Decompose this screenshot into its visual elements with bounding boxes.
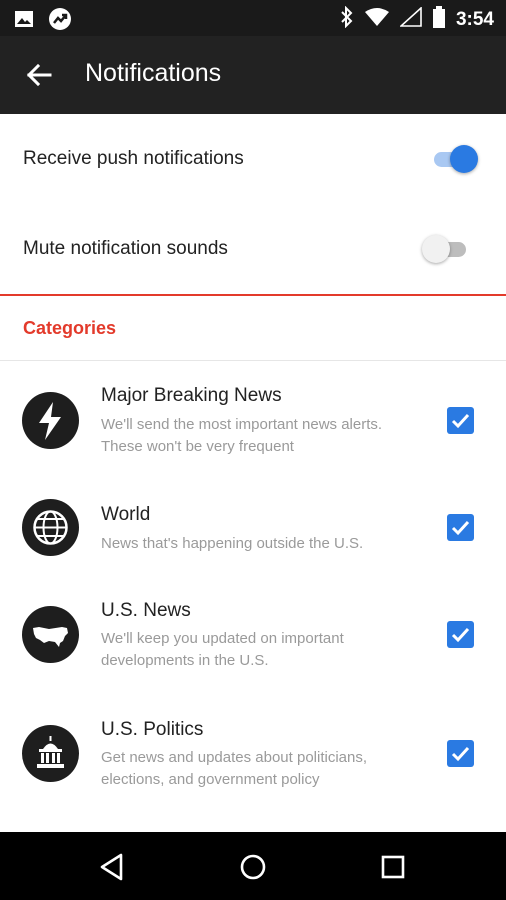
lightning-bolt-icon <box>22 392 79 449</box>
category-item-breaking-news[interactable]: Major Breaking News We'll send the most … <box>0 361 506 479</box>
setting-row-push[interactable]: Receive push notifications <box>0 114 506 204</box>
setting-label: Receive push notifications <box>23 148 244 169</box>
category-item-us-politics[interactable]: U.S. Politics Get news and updates about… <box>0 695 506 815</box>
category-checkbox[interactable] <box>447 740 474 767</box>
setting-label: Mute notification sounds <box>23 238 228 259</box>
category-item-world[interactable]: World News that's happening outside the … <box>0 479 506 575</box>
page-title: Notifications <box>85 59 222 87</box>
category-title: U.S. Politics <box>101 719 204 740</box>
push-notifications-toggle[interactable] <box>428 144 480 174</box>
us-map-icon <box>22 606 79 663</box>
status-bar: 3:54 <box>0 0 506 36</box>
battery-icon <box>432 6 446 33</box>
capitol-icon <box>22 725 79 782</box>
category-checkbox[interactable] <box>447 621 474 648</box>
back-triangle-icon[interactable] <box>96 850 130 884</box>
app-bar: Notifications <box>0 36 506 114</box>
category-description: Get news and updates about politicians, … <box>101 749 368 788</box>
section-divider <box>0 294 506 296</box>
bluetooth-icon <box>340 5 354 33</box>
category-checkbox[interactable] <box>447 407 474 434</box>
status-time: 3:54 <box>455 8 494 30</box>
category-item-us-news[interactable]: U.S. News We'll keep you updated on impo… <box>0 575 506 695</box>
category-description: We'll keep you updated on important deve… <box>101 630 344 669</box>
category-description: News that's happening outside the U.S. <box>101 535 364 552</box>
arrow-left-icon[interactable] <box>22 58 56 92</box>
cell-signal-icon <box>398 6 422 32</box>
setting-row-mute[interactable]: Mute notification sounds <box>0 204 506 294</box>
mute-sounds-toggle[interactable] <box>420 234 472 264</box>
image-icon <box>14 9 34 34</box>
category-description: We'll send the most important news alert… <box>101 416 383 455</box>
home-circle-icon[interactable] <box>236 850 270 884</box>
category-title: Major Breaking News <box>101 385 282 406</box>
globe-icon <box>22 499 79 556</box>
categories-header: Categories <box>23 318 117 338</box>
wifi-icon <box>364 7 390 32</box>
category-checkbox[interactable] <box>447 514 474 541</box>
category-title: U.S. News <box>101 600 191 621</box>
system-nav-bar <box>0 832 506 900</box>
trending-icon <box>48 7 72 36</box>
recents-square-icon[interactable] <box>376 850 410 884</box>
category-title: World <box>101 504 151 525</box>
